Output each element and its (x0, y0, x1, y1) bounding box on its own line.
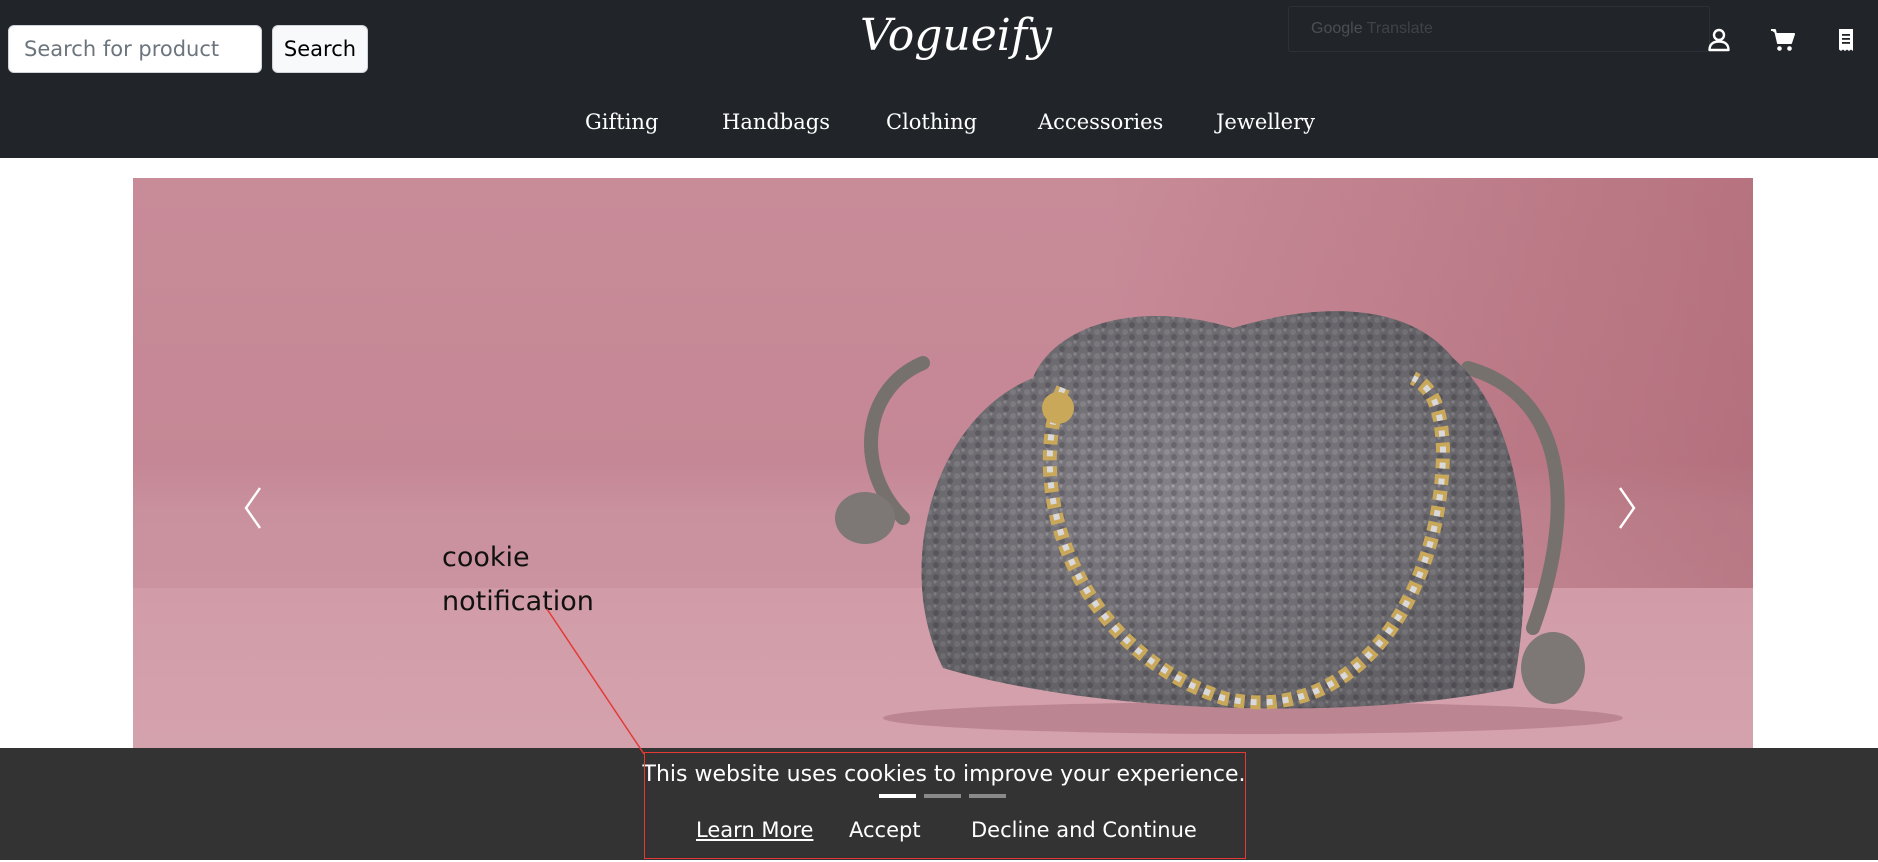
hero-carousel[interactable] (133, 178, 1753, 748)
nav-item-gifting[interactable]: Gifting (585, 104, 658, 140)
annotation-line-2: notification (442, 586, 594, 617)
nav-item-jewellery[interactable]: Jewellery (1216, 104, 1315, 140)
site-header: Search Vogueify Google Translate Gifting… (0, 0, 1878, 158)
learn-more-link[interactable]: Learn More (696, 818, 813, 842)
carousel-indicator-1[interactable] (879, 794, 916, 798)
receipt-icon[interactable] (1832, 26, 1860, 54)
google-translate-widget[interactable]: Google Translate (1288, 6, 1710, 52)
translate-label: Google Translate (1311, 20, 1433, 37)
cart-icon[interactable] (1769, 26, 1797, 54)
annotation-label: cookie notification (442, 536, 594, 624)
accept-button[interactable]: Accept (849, 818, 921, 842)
carousel-indicator-2[interactable] (924, 794, 961, 798)
nav-item-accessories[interactable]: Accessories (1038, 104, 1163, 140)
user-icon[interactable] (1705, 26, 1733, 54)
annotation-line-1: cookie (442, 542, 530, 573)
search-input[interactable] (8, 25, 262, 73)
chevron-right-icon[interactable] (1607, 478, 1647, 538)
site-logo[interactable]: Vogueify (860, 6, 1052, 66)
carousel-indicator-3[interactable] (969, 794, 1006, 798)
search-button[interactable]: Search (272, 25, 368, 73)
nav-item-handbags[interactable]: Handbags (722, 104, 830, 140)
handbag-image (835, 311, 1623, 734)
cookie-message: This website uses cookies to improve you… (642, 762, 1246, 787)
chevron-left-icon[interactable] (233, 478, 273, 538)
main-nav: Gifting Handbags Clothing Accessories Je… (0, 104, 1878, 140)
nav-item-clothing[interactable]: Clothing (886, 104, 977, 140)
decline-and-continue-button[interactable]: Decline and Continue (971, 818, 1197, 842)
